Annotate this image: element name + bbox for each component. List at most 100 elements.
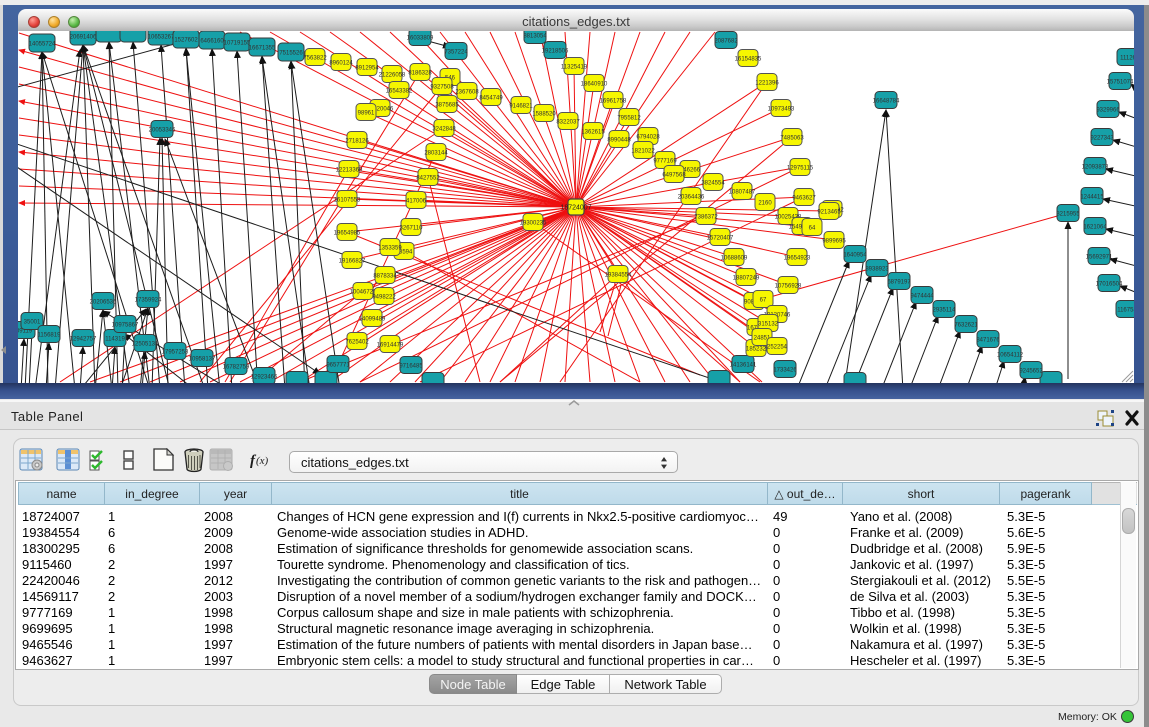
svg-text:8990448: 8990448 [607, 138, 631, 144]
svg-text:1353359: 1353359 [378, 246, 402, 252]
svg-text:7955812: 7955812 [617, 116, 641, 122]
svg-text:15720407: 15720407 [707, 236, 734, 242]
svg-text:8454749: 8454749 [479, 96, 503, 102]
svg-text:2160: 2160 [758, 201, 772, 207]
svg-text:10654112: 10654112 [997, 353, 1024, 359]
svg-text:18640910: 18640910 [581, 82, 608, 88]
svg-text:1362615: 1362615 [581, 130, 605, 136]
svg-text:3875685: 3875685 [435, 103, 459, 109]
svg-text:9777169: 9777169 [653, 159, 677, 165]
svg-text:6879197: 6879197 [887, 280, 911, 286]
svg-text:8186328: 8186328 [408, 71, 432, 77]
svg-text:3242848: 3242848 [432, 127, 456, 133]
svg-text:7357224: 7357224 [444, 50, 468, 56]
svg-text:6466160: 6466160 [200, 39, 224, 45]
svg-text:19300235: 19300235 [520, 221, 547, 227]
svg-text:12975115: 12975115 [787, 166, 814, 172]
svg-text:9329966: 9329966 [1096, 108, 1120, 114]
svg-text:17957253: 17957253 [162, 350, 189, 356]
svg-text:19218506: 19218506 [542, 49, 569, 55]
svg-text:1156819: 1156819 [38, 333, 62, 339]
svg-text:19166827: 19166827 [339, 259, 366, 265]
svg-text:9899695: 9899695 [822, 239, 846, 245]
svg-text:252254: 252254 [767, 345, 788, 351]
svg-text:10958137: 10958137 [189, 357, 216, 363]
svg-text:9227343: 9227343 [1090, 136, 1114, 142]
svg-text:10653267: 10653267 [148, 35, 175, 41]
svg-text:16154835: 16154835 [735, 57, 762, 63]
svg-text:67: 67 [760, 298, 767, 304]
svg-text:9327508: 9327508 [430, 85, 454, 91]
svg-text:8938923: 8938923 [865, 267, 889, 273]
svg-text:98961: 98961 [358, 111, 375, 117]
svg-text:8960124: 8960124 [329, 61, 353, 67]
svg-text:8912954: 8912954 [355, 66, 379, 72]
svg-text:16033809: 16033809 [407, 36, 434, 42]
svg-text:7515526: 7515526 [279, 51, 303, 57]
svg-text:1821022: 1821022 [631, 149, 655, 155]
svg-text:8322037: 8322037 [556, 120, 580, 126]
svg-text:1527602: 1527602 [174, 38, 198, 44]
svg-text:7563822: 7563822 [303, 56, 327, 62]
svg-text:16961758: 16961758 [600, 99, 627, 105]
svg-text:20053346: 20053346 [149, 128, 176, 134]
svg-text:315132: 315132 [758, 322, 779, 328]
svg-text:8471676: 8471676 [976, 338, 1000, 344]
svg-text:12942757: 12942757 [70, 337, 97, 343]
svg-text:1621064: 1621064 [1083, 225, 1107, 231]
svg-text:16107553: 16107553 [334, 198, 361, 204]
svg-text:2718126: 2718126 [345, 139, 369, 145]
svg-text:10756928: 10756928 [775, 284, 802, 290]
svg-text:116753: 116753 [1117, 308, 1134, 314]
svg-text:2803144: 2803144 [424, 151, 448, 157]
svg-text:14136141: 14136141 [730, 363, 757, 369]
svg-text:2935114: 2935114 [933, 308, 957, 314]
svg-text:3215955: 3215955 [1056, 212, 1080, 218]
svg-text:9463627: 9463627 [792, 196, 816, 202]
svg-text:3824554: 3824554 [701, 181, 725, 187]
svg-text:14055724: 14055724 [29, 42, 56, 48]
svg-text:11325419: 11325419 [561, 65, 588, 71]
svg-text:7625402: 7625402 [345, 340, 369, 346]
svg-text:185232: 185232 [746, 347, 767, 353]
svg-text:1640954: 1640954 [843, 253, 867, 259]
svg-text:15751074: 15751074 [1107, 80, 1134, 86]
svg-text:21226058: 21226058 [379, 73, 406, 79]
svg-text:16914479: 16914479 [377, 343, 404, 349]
svg-text:15692971: 15692971 [1086, 255, 1113, 261]
svg-text:17359924: 17359924 [135, 298, 162, 304]
svg-text:20364436: 20364436 [678, 195, 705, 201]
svg-text:2087682: 2087682 [714, 39, 738, 45]
svg-text:9657771: 9657771 [326, 363, 350, 369]
svg-text:18724007: 18724007 [560, 205, 591, 212]
svg-text:16671355: 16671355 [249, 46, 276, 52]
svg-text:9474444: 9474444 [910, 294, 934, 300]
svg-text:8813054: 8813054 [523, 34, 547, 40]
svg-text:19384554: 19384554 [605, 273, 632, 279]
svg-text:20206536: 20206536 [90, 300, 117, 306]
svg-text:10973493: 10973493 [768, 107, 795, 113]
svg-text:9245652: 9245652 [1019, 369, 1043, 375]
svg-text:12505135: 12505135 [132, 342, 159, 348]
svg-text:16648784: 16648784 [873, 99, 900, 105]
svg-text:12923466: 12923466 [251, 375, 278, 381]
svg-text:(x): (x) [256, 455, 269, 467]
svg-text:14099489: 14099489 [359, 317, 386, 323]
svg-text:16782759: 16782759 [223, 365, 250, 371]
svg-text:11126: 11126 [1120, 56, 1134, 62]
svg-text:3267110: 3267110 [400, 226, 424, 232]
svg-text:7632621: 7632621 [954, 323, 978, 329]
svg-text:417006: 417006 [406, 199, 427, 205]
svg-text:12093873: 12093873 [1082, 165, 1109, 171]
svg-text:6794028: 6794028 [636, 135, 660, 141]
svg-text:19654985: 19654985 [334, 231, 361, 237]
svg-text:8427552: 8427552 [416, 176, 440, 182]
svg-text:9498222: 9498222 [372, 295, 396, 301]
svg-text:35001: 35001 [24, 320, 41, 326]
svg-text:1588520: 1588520 [532, 112, 556, 118]
svg-text:10688609: 10688609 [721, 256, 748, 262]
svg-text:8878334: 8878334 [373, 274, 397, 280]
svg-text:19654923: 19654923 [784, 256, 811, 262]
svg-text:9146821: 9146821 [509, 104, 533, 110]
svg-text:20691406: 20691406 [70, 35, 97, 41]
